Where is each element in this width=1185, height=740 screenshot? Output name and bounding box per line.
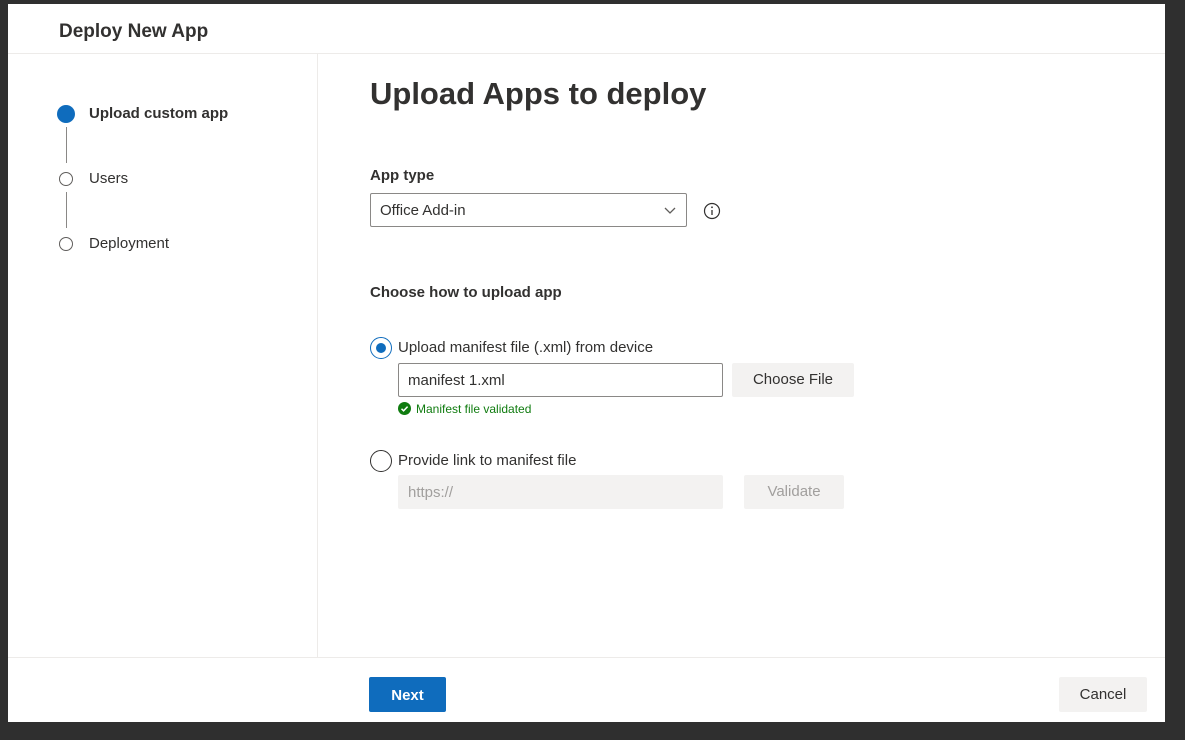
step-active-dot-icon [57, 105, 75, 123]
step-connector [66, 192, 67, 228]
step-label: Deployment [89, 235, 170, 252]
wizard-steps-sidebar: Upload custom app Users Deployment [8, 54, 318, 657]
validate-button[interactable]: Validate [744, 475, 844, 509]
upload-file-radio[interactable] [370, 337, 392, 359]
provide-link-radio[interactable] [370, 450, 392, 472]
checkmark-circle-icon [398, 402, 411, 415]
step-label: Upload custom app [89, 105, 229, 122]
app-type-dropdown[interactable]: Office Add-in [370, 193, 687, 227]
validated-text: Manifest file validated [416, 402, 532, 416]
next-button[interactable]: Next [369, 677, 446, 712]
step-pending-dot-icon [59, 172, 73, 186]
panel-footer: Next Cancel [8, 657, 1165, 722]
step-pending-dot-icon [59, 237, 73, 251]
page-title: Upload Apps to deploy [370, 76, 707, 111]
choose-file-button[interactable]: Choose File [732, 363, 854, 397]
manifest-file-input[interactable] [398, 363, 723, 397]
chevron-down-icon [664, 207, 676, 214]
panel-title: Deploy New App [59, 21, 209, 42]
step-connector [66, 127, 67, 163]
deploy-app-panel: Deploy New App Upload custom app Users D… [8, 4, 1165, 722]
info-icon[interactable] [703, 202, 721, 220]
upload-file-label: Upload manifest file (.xml) from device [398, 339, 654, 356]
app-type-selected-value: Office Add-in [380, 202, 466, 219]
step-label: Users [89, 170, 129, 187]
manifest-link-input[interactable] [398, 475, 723, 509]
upload-method-heading: Choose how to upload app [370, 284, 562, 301]
provide-link-label: Provide link to manifest file [398, 452, 577, 469]
cancel-button[interactable]: Cancel [1059, 677, 1147, 712]
panel-header: Deploy New App [8, 4, 1165, 54]
app-type-label: App type [370, 167, 435, 184]
